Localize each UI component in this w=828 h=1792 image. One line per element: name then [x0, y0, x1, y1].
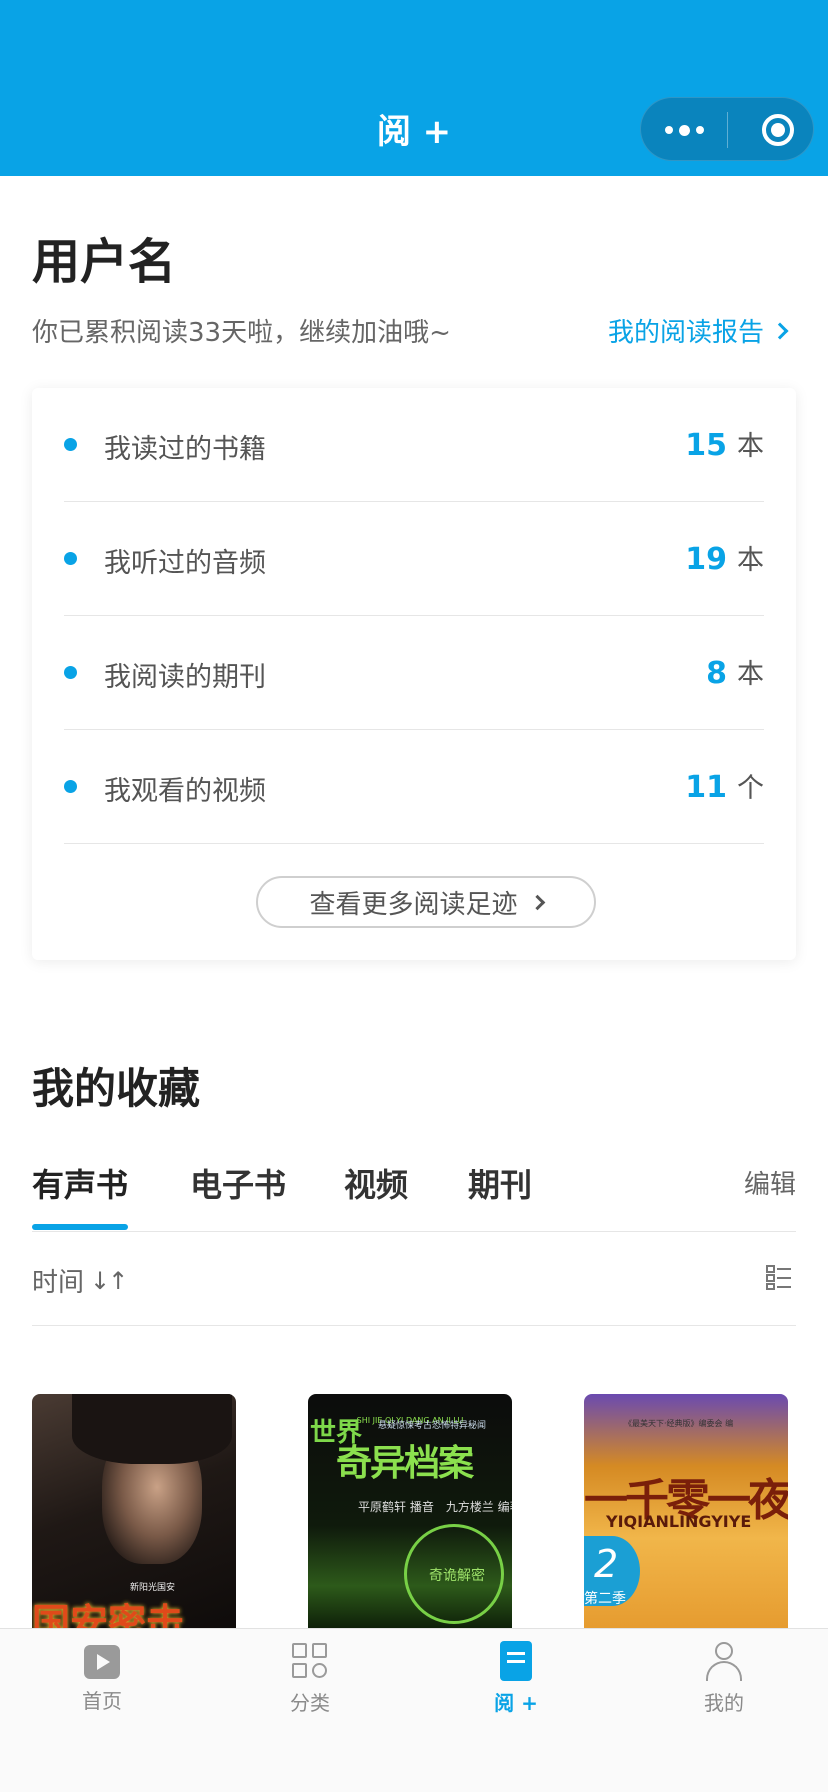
stat-unit: 本: [737, 659, 764, 690]
cover-seal-text: 奇诡解密: [429, 1568, 485, 1584]
more-footprints-label: 查看更多阅读足迹: [309, 889, 518, 920]
sort-label: 时间: [32, 1268, 85, 1298]
list-view-icon[interactable]: [766, 1264, 792, 1290]
sort-by-time-button[interactable]: 时间 ↓↑: [32, 1262, 128, 1299]
bullet-dot: [64, 666, 77, 679]
tabbar-label: 我的: [704, 1691, 744, 1715]
cover-season-number: 2: [594, 1542, 619, 1586]
reading-stats-card: 我读过的书籍 15 本 我听过的音频 19 本 我阅读的期刊 8 本 我观看的视…: [32, 388, 796, 960]
category-grid-icon: [290, 1641, 330, 1681]
stat-row-journals[interactable]: 我阅读的期刊 8 本: [64, 616, 764, 730]
stat-label: 我读过的书籍: [104, 434, 266, 465]
bullet-dot: [64, 552, 77, 565]
more-menu-icon[interactable]: [641, 98, 727, 162]
play-book-icon: [84, 1645, 120, 1679]
reading-report-label: 我的阅读报告: [607, 318, 764, 348]
stat-value: 15 本: [685, 424, 764, 463]
tabbar-item-read-plus[interactable]: 阅 +: [456, 1641, 576, 1716]
sort-bar: 时间 ↓↑: [32, 1232, 796, 1326]
collection-tabs: 有声书 电子书 视频 期刊 编辑: [32, 1160, 796, 1232]
tab-ebooks[interactable]: 电子书: [190, 1160, 286, 1206]
stat-value: 8 本: [706, 652, 764, 691]
user-icon: [704, 1641, 744, 1681]
stat-row-audio[interactable]: 我听过的音频 19 本: [64, 502, 764, 616]
active-tab-indicator: [32, 1224, 128, 1230]
stat-value: 19 本: [685, 538, 764, 577]
tabbar-item-mine[interactable]: 我的: [664, 1641, 784, 1716]
tabbar-label: 阅 +: [494, 1691, 538, 1715]
stat-unit: 个: [737, 773, 764, 804]
stat-number: 19: [685, 542, 727, 577]
stat-label: 我听过的音频: [104, 548, 266, 579]
cover-authors: 平原鹤轩 播音 九方楼兰 编著: [358, 1500, 512, 1514]
book-icon: [500, 1641, 532, 1681]
cover-season-badge: 2 第二季: [584, 1536, 640, 1607]
stat-number: 11: [685, 770, 727, 805]
cover-title-b: 奇异档案: [336, 1443, 474, 1484]
stat-value: 11 个: [685, 766, 764, 805]
tabbar-item-category[interactable]: 分类: [250, 1641, 370, 1716]
cover-season-label: 第二季: [584, 1591, 626, 1607]
tab-journals[interactable]: 期刊: [468, 1160, 532, 1206]
capsule-divider: [727, 112, 728, 148]
stat-row-books[interactable]: 我读过的书籍 15 本: [64, 388, 764, 502]
cover-editor: 《最美天下·经典版》编委会 编: [624, 1419, 734, 1428]
tabbar-label: 分类: [290, 1691, 330, 1715]
nav-header: 阅 +: [0, 0, 828, 176]
stat-number: 15: [685, 428, 727, 463]
bottom-tab-bar: 首页 分类 阅 + 我的: [0, 1628, 828, 1792]
more-footprints-button[interactable]: 查看更多阅读足迹: [256, 876, 596, 928]
stat-row-videos[interactable]: 我观看的视频 11 个: [64, 730, 764, 844]
book-cover-2[interactable]: SHI JIE QI YI DANG AN JI LU 世界 悬疑惊悚考古恐怖特…: [308, 1394, 512, 1634]
tabbar-item-home[interactable]: 首页: [42, 1641, 162, 1714]
collection-title: 我的收藏: [32, 1064, 201, 1113]
sort-arrows-icon: ↓↑: [90, 1266, 128, 1295]
stat-label: 我观看的视频: [104, 776, 266, 807]
bullet-dot: [64, 438, 77, 451]
stat-unit: 本: [737, 545, 764, 576]
tab-audiobooks[interactable]: 有声书: [32, 1160, 128, 1206]
stat-unit: 本: [737, 431, 764, 462]
close-target-icon[interactable]: [762, 114, 794, 146]
cover-pinyin: YIQIANLINGYIYE: [606, 1512, 752, 1531]
cover-hat-art: [72, 1394, 232, 1464]
bullet-dot: [64, 780, 77, 793]
mini-program-capsule: [640, 97, 814, 161]
chevron-right-icon: [771, 322, 789, 339]
username: 用户名: [32, 234, 177, 290]
stat-label: 我阅读的期刊: [104, 662, 266, 693]
chevron-right-icon: [529, 894, 545, 910]
reading-report-link[interactable]: 我的阅读报告: [607, 312, 789, 349]
reading-streak-text: 你已累积阅读33天啦，继续加油哦~: [32, 318, 451, 348]
cover-seal: 奇诡解密: [404, 1524, 504, 1624]
cover-subtitle: 悬疑惊悚考古恐怖特异秘闻: [378, 1421, 487, 1431]
tab-videos[interactable]: 视频: [344, 1160, 408, 1206]
tabbar-label: 首页: [82, 1689, 122, 1713]
book-cover-1[interactable]: 新阳光国安 国安密击: [32, 1394, 236, 1634]
stat-number: 8: [706, 656, 727, 691]
edit-button[interactable]: 编辑: [744, 1164, 796, 1201]
book-cover-3[interactable]: 《最美天下·经典版》编委会 编 一千零一夜 YIQIANLINGYIYE 2 第…: [584, 1394, 788, 1634]
